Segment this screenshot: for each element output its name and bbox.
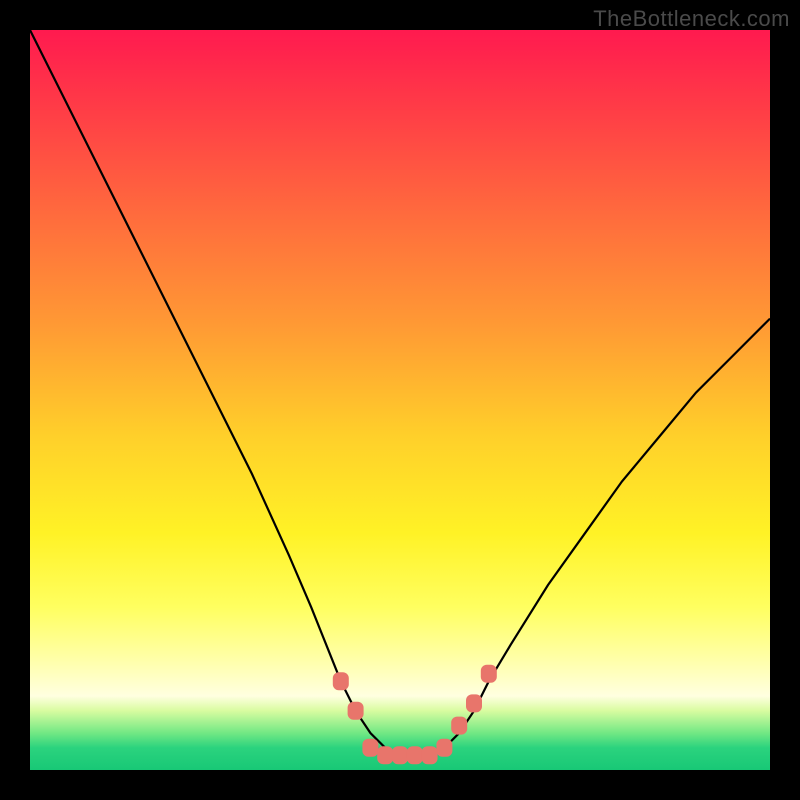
curve-marker: [407, 746, 423, 764]
curve-marker: [422, 746, 438, 764]
bottleneck-curve: [30, 30, 770, 755]
curve-marker: [481, 665, 497, 683]
curve-marker: [392, 746, 408, 764]
curve-marker: [466, 694, 482, 712]
curve-marker: [362, 739, 378, 757]
curve-marker: [333, 672, 349, 690]
curve-marker: [348, 702, 364, 720]
curve-marker: [377, 746, 393, 764]
curve-marker: [451, 717, 467, 735]
attribution-watermark: TheBottleneck.com: [593, 6, 790, 32]
chart-frame: TheBottleneck.com: [0, 0, 800, 800]
curve-marker: [436, 739, 452, 757]
plot-area: [30, 30, 770, 770]
chart-svg: [30, 30, 770, 770]
